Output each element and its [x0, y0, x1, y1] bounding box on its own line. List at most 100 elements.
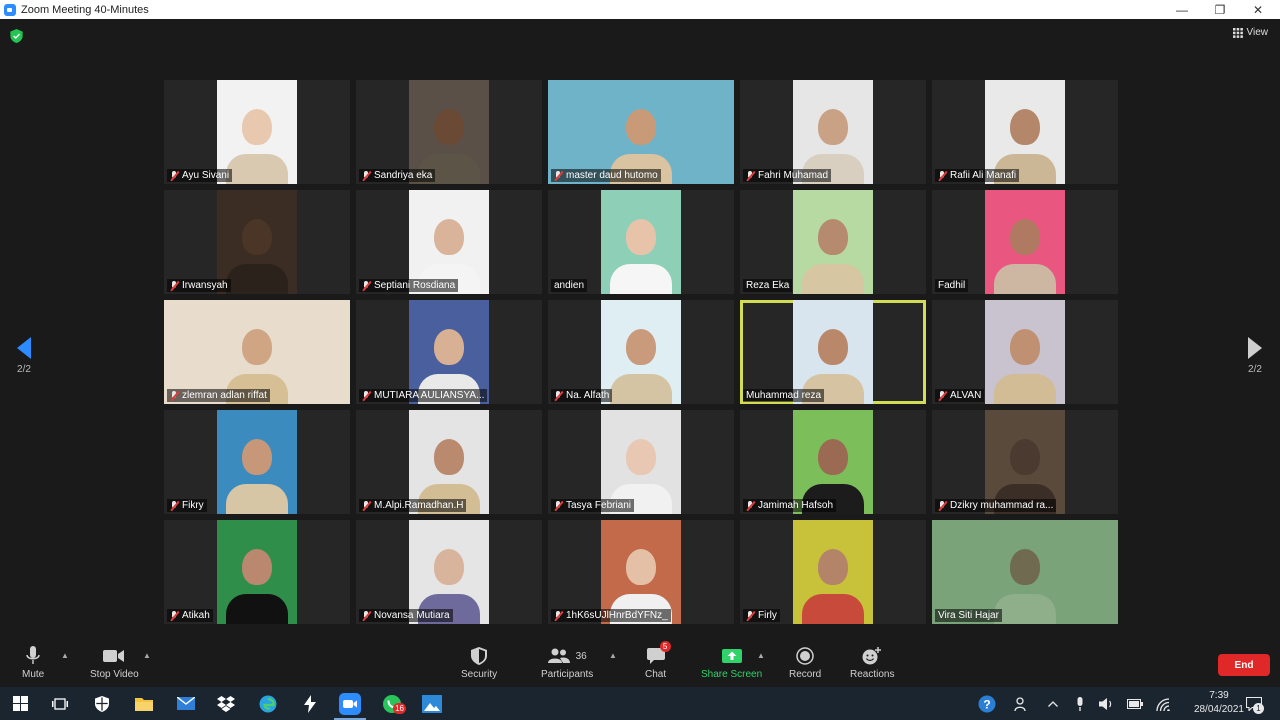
participant-silhouette-head	[434, 219, 464, 256]
participant-tile[interactable]: M.Alpi.Ramadhan.H	[356, 410, 542, 514]
view-button[interactable]: View	[1232, 27, 1268, 38]
participant-tile[interactable]: Novansa Mutiara	[356, 520, 542, 624]
muted-microphone-icon	[170, 610, 179, 621]
participant-tile[interactable]: Septiani Rosdiana	[356, 190, 542, 294]
participant-tile[interactable]: Na. Alfath	[548, 300, 734, 404]
svg-text:?: ?	[983, 697, 990, 711]
participant-name-label: Atikah	[167, 609, 213, 622]
participant-tile[interactable]: Tasya Febriani	[548, 410, 734, 514]
participant-name-label: Vira Siti Hajar	[935, 609, 1002, 622]
participant-tile[interactable]: ALVAN	[932, 300, 1118, 404]
taskbar-edge[interactable]	[248, 687, 288, 720]
taskbar-mail[interactable]	[166, 687, 206, 720]
share-options-caret-icon[interactable]: ▲	[757, 651, 765, 660]
participant-tile[interactable]: Vira Siti Hajar	[932, 520, 1118, 624]
muted-microphone-icon	[170, 500, 179, 511]
participant-tile[interactable]: andien	[548, 190, 734, 294]
taskbar-app-bolt[interactable]	[290, 687, 330, 720]
participant-silhouette-head	[818, 109, 848, 146]
participant-video	[217, 520, 297, 624]
participant-video	[793, 190, 873, 294]
participant-tile[interactable]: Rafii Ali Manafi	[932, 80, 1118, 184]
stop-video-button[interactable]: Stop Video	[90, 645, 139, 680]
mail-icon	[177, 697, 195, 710]
participant-silhouette-body	[802, 264, 864, 294]
windows-taskbar: 16 ? 7:39 28/04/2021 1	[0, 687, 1280, 720]
microphone-icon	[1077, 696, 1083, 711]
mute-button[interactable]: Mute	[22, 645, 44, 680]
participant-name-label: Tasya Febriani	[551, 499, 635, 512]
taskbar-security-app[interactable]	[82, 687, 122, 720]
encryption-shield-icon[interactable]	[10, 29, 23, 43]
participant-name: Septiani Rosdiana	[374, 280, 456, 291]
chevron-up-icon	[1048, 700, 1058, 707]
close-button[interactable]: ✕	[1238, 0, 1278, 19]
record-icon	[796, 647, 814, 665]
taskbar-zoom[interactable]	[330, 687, 370, 720]
help-tray-icon[interactable]: ?	[975, 687, 999, 720]
people-tray-icon[interactable]	[1010, 687, 1034, 720]
participant-tile[interactable]: Jamimah Hafsoh	[740, 410, 926, 514]
participant-silhouette-head	[818, 439, 848, 476]
participant-tile[interactable]: 1hK6sUJlHnrBdYFNz_	[548, 520, 734, 624]
start-button[interactable]	[0, 687, 40, 720]
security-button[interactable]: Security	[461, 645, 497, 680]
show-hidden-icons-button[interactable]	[1042, 687, 1064, 720]
task-view-button[interactable]	[40, 687, 80, 720]
participant-name-label: Dzikry muhammad ra...	[935, 499, 1057, 512]
participants-options-caret-icon[interactable]: ▲	[609, 651, 617, 660]
participant-silhouette-head	[434, 439, 464, 476]
participant-tile[interactable]: Fahri Muhamad	[740, 80, 926, 184]
muted-microphone-icon	[554, 500, 563, 511]
participant-tile[interactable]: Ayu Sivani	[164, 80, 350, 184]
participants-button[interactable]: 36 Participants	[541, 645, 593, 680]
participant-name-label: M.Alpi.Ramadhan.H	[359, 499, 467, 512]
participant-name: 1hK6sUJlHnrBdYFNz_	[566, 610, 668, 621]
record-button[interactable]: Record	[789, 645, 821, 680]
muted-microphone-icon	[362, 500, 371, 511]
clock-date: 28/04/2021	[1193, 704, 1244, 715]
participant-silhouette-head	[1010, 219, 1040, 256]
participant-name: Irwansyah	[182, 280, 228, 291]
battery-tray-icon[interactable]	[1124, 687, 1146, 720]
participant-tile[interactable]: master daud hutomo	[548, 80, 734, 184]
chat-button[interactable]: 5 Chat	[645, 641, 671, 680]
muted-microphone-icon	[170, 170, 179, 181]
audio-options-caret-icon[interactable]: ▲	[61, 651, 69, 660]
participant-tile[interactable]: Irwansyah	[164, 190, 350, 294]
minimize-button[interactable]: —	[1162, 0, 1202, 19]
notifications-button[interactable]: 1	[1242, 687, 1266, 720]
participant-tile[interactable]: Fadhil	[932, 190, 1118, 294]
participant-tile[interactable]: Atikah	[164, 520, 350, 624]
page-indicator-left: 2/2	[17, 364, 31, 375]
participant-silhouette-head	[434, 329, 464, 366]
participant-tile[interactable]: Muhammad reza	[740, 300, 926, 404]
meeting-area: View 2/2 2/2 Ayu Sivani Sandriya eka maste…	[0, 19, 1280, 639]
participant-silhouette-head	[1010, 439, 1040, 476]
participant-tile[interactable]: MUTIARA AULIANSYA...	[356, 300, 542, 404]
participant-silhouette-body	[802, 594, 864, 624]
previous-page-button[interactable]: 2/2	[12, 337, 36, 375]
next-page-button[interactable]: 2/2	[1243, 337, 1267, 375]
wifi-tray-icon[interactable]	[1152, 687, 1174, 720]
end-meeting-button[interactable]: End	[1218, 654, 1270, 676]
participant-tile[interactable]: Firly	[740, 520, 926, 624]
participant-tile[interactable]: Fikry	[164, 410, 350, 514]
taskbar-file-explorer[interactable]	[124, 687, 164, 720]
video-options-caret-icon[interactable]: ▲	[143, 651, 151, 660]
participant-tile[interactable]: zlemran adlan riffat	[164, 300, 350, 404]
participant-video	[985, 300, 1065, 404]
reactions-button[interactable]: Reactions	[850, 645, 894, 680]
participant-silhouette-body	[994, 594, 1056, 624]
taskbar-photos[interactable]	[412, 687, 452, 720]
microphone-tray-icon[interactable]	[1070, 687, 1090, 720]
taskbar-clock[interactable]: 7:39 28/04/2021	[1194, 689, 1244, 717]
maximize-button[interactable]: ❐	[1200, 0, 1240, 19]
participant-tile[interactable]: Reza Eka	[740, 190, 926, 294]
volume-tray-icon[interactable]	[1096, 687, 1118, 720]
taskbar-whatsapp[interactable]: 16	[372, 687, 412, 720]
share-screen-button[interactable]: Share Screen	[701, 645, 762, 680]
participant-tile[interactable]: Sandriya eka	[356, 80, 542, 184]
participant-tile[interactable]: Dzikry muhammad ra...	[932, 410, 1118, 514]
taskbar-dropbox[interactable]	[206, 687, 246, 720]
